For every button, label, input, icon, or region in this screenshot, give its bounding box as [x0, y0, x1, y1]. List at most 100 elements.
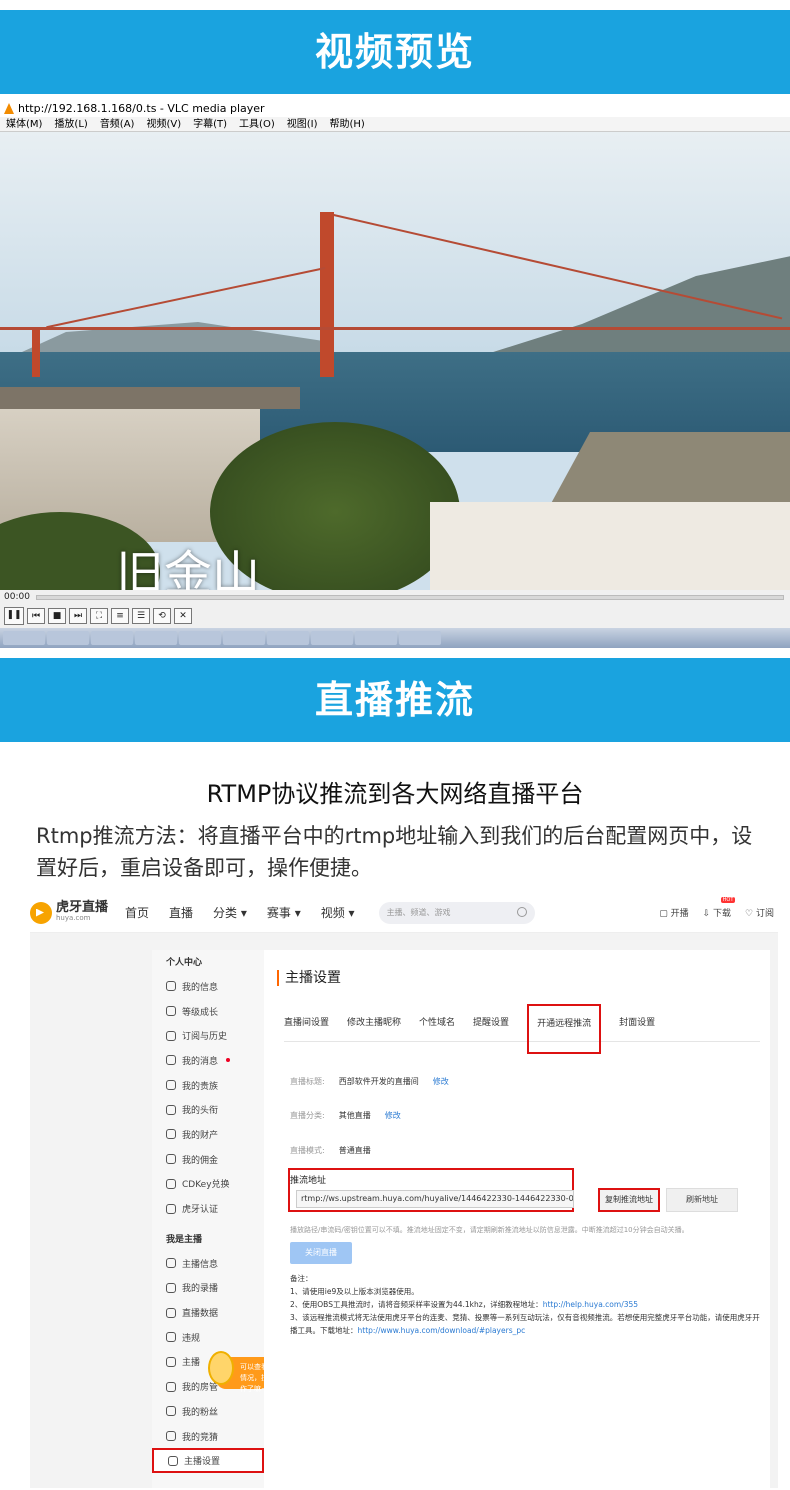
nav-events[interactable]: 赛事 ▾	[267, 904, 301, 921]
plus-circle-icon	[166, 1080, 176, 1091]
refresh-url-button[interactable]: 刷新地址	[666, 1188, 738, 1212]
settings-icon	[168, 1455, 178, 1466]
row-label: 直播分类:	[290, 1111, 325, 1120]
sidebar-item-messages[interactable]: 我的消息	[152, 1048, 264, 1073]
sidebar-item-recordings[interactable]: 我的录播	[152, 1276, 264, 1301]
pause-button[interactable]: ❚❚	[4, 607, 24, 625]
taskbar-item[interactable]	[135, 631, 177, 645]
video-frame[interactable]: 旧金山	[0, 132, 790, 590]
edit-link[interactable]: 修改	[385, 1110, 401, 1121]
sidebar-item-fans[interactable]: 我的粉丝	[152, 1399, 264, 1424]
shuffle-button[interactable]: ✕	[174, 608, 192, 624]
taskbar-item[interactable]	[267, 631, 309, 645]
nav-subscribe[interactable]: ♡ 订阅	[745, 906, 774, 919]
shield-icon	[166, 1203, 176, 1214]
taskbar-item[interactable]	[223, 631, 265, 645]
tab-reminder[interactable]: 提醒设置	[473, 1005, 509, 1042]
copy-push-url-button[interactable]: 复制推流地址	[598, 1188, 660, 1212]
tab-cover[interactable]: 封面设置	[619, 1005, 655, 1042]
sidebar-item-label: CDKey兑换	[182, 1180, 230, 1191]
menu-view[interactable]: 视图(I)	[287, 117, 318, 131]
sidebar-item-label: 订阅与历史	[182, 1032, 228, 1043]
menu-help[interactable]: 帮助(H)	[330, 117, 365, 131]
nav-video[interactable]: 视频 ▾	[321, 904, 355, 921]
tab-remote-push[interactable]: 开通远程推流	[527, 1004, 602, 1054]
stop-button[interactable]: ■	[48, 608, 66, 624]
fullscreen-button[interactable]: ⛶	[90, 608, 108, 624]
sidebar-item-live-data[interactable]: 直播数据	[152, 1300, 264, 1325]
video-preview-banner: 视频预览	[0, 10, 790, 94]
nav-download[interactable]: ⇩ 下载 HOT	[703, 897, 736, 919]
sidebar-item-title[interactable]: 我的头衔	[152, 1097, 264, 1122]
subscribe-label: 订阅	[755, 909, 774, 919]
close-live-button[interactable]: 关闭直播	[290, 1242, 352, 1264]
notes-heading: 备注：	[290, 1274, 313, 1283]
taskbar-item[interactable]	[47, 631, 89, 645]
vlc-title-bar: http://192.168.1.168/0.ts - VLC media pl…	[0, 100, 790, 117]
menu-tools[interactable]: 工具(O)	[239, 117, 275, 131]
menu-media[interactable]: 媒体(M)	[6, 117, 42, 131]
previous-button[interactable]: ⏮	[27, 608, 45, 624]
row-label: 直播模式:	[290, 1146, 325, 1155]
sidebar-item-label: 虎牙认证	[182, 1205, 219, 1216]
sidebar-item-commission[interactable]: 我的佣金	[152, 1147, 264, 1172]
nav-live[interactable]: 直播	[169, 904, 193, 921]
sidebar-item-label: 我的粉丝	[182, 1407, 219, 1418]
sidebar-item-cdkey[interactable]: CDKey兑换	[152, 1172, 264, 1197]
download-link[interactable]: http://www.huya.com/download/#players_pc	[358, 1326, 526, 1335]
menu-playback[interactable]: 播放(L)	[54, 117, 87, 131]
vlc-window-title: http://192.168.1.168/0.ts - VLC media pl…	[18, 102, 265, 115]
seek-bar[interactable]	[35, 594, 784, 600]
tab-nickname[interactable]: 修改主播昵称	[347, 1005, 401, 1042]
menu-audio[interactable]: 音频(A)	[100, 117, 135, 131]
house-left-roof	[0, 387, 300, 409]
next-button[interactable]: ⏭	[69, 608, 87, 624]
coin-icon	[166, 1129, 176, 1140]
row-live-mode: 直播模式: 普通直播	[290, 1145, 371, 1156]
sidebar-item-property[interactable]: 我的财产	[152, 1122, 264, 1147]
sidebar-item-level[interactable]: 等级成长	[152, 999, 264, 1024]
note-2: 2、使用OBS工具推流时，请将音频采样率设置为44.1khz，详细教程地址：ht…	[290, 1298, 760, 1311]
sidebar-item-noble[interactable]: 我的贵族	[152, 1073, 264, 1098]
vlc-seek-row: 00:00	[0, 590, 790, 604]
nav-category[interactable]: 分类 ▾	[213, 904, 247, 921]
vlc-menu-bar: 媒体(M) 播放(L) 音频(A) 视频(V) 字幕(T) 工具(O) 视图(I…	[0, 117, 790, 132]
sidebar-item-streamer-settings[interactable]: 主播设置	[152, 1448, 264, 1474]
huya-logo-subtext: huya.com	[56, 913, 91, 922]
row-label: 直播标题:	[290, 1077, 325, 1086]
sidebar-item-label: 我的信息	[182, 982, 219, 993]
bridge-tower-left	[32, 327, 40, 377]
download-label: 下载	[713, 909, 732, 919]
taskbar-item[interactable]	[3, 631, 45, 645]
sidebar-item-streamer-info[interactable]: 主播信息	[152, 1251, 264, 1276]
taskbar-item[interactable]	[179, 631, 221, 645]
taskbar-item[interactable]	[355, 631, 397, 645]
settings-panel: 主播设置 直播间设置 修改主播昵称 个性域名 提醒设置 开通远程推流 封面设置 …	[264, 950, 770, 1488]
sidebar-item-quiz[interactable]: 我的竞猜	[152, 1424, 264, 1449]
menu-video[interactable]: 视频(V)	[146, 117, 181, 131]
playlist-button[interactable]: ☰	[132, 608, 150, 624]
help-link[interactable]: http://help.huya.com/355	[543, 1300, 638, 1309]
nav-start-live[interactable]: ▢ 开播	[659, 906, 688, 919]
push-url-field[interactable]: rtmp://ws.upstream.huya.com/huyalive/144…	[296, 1190, 574, 1208]
taskbar-item[interactable]	[91, 631, 133, 645]
house-icon	[166, 1381, 176, 1392]
nav-home[interactable]: 首页	[125, 904, 149, 921]
edit-link[interactable]: 修改	[433, 1076, 449, 1087]
loop-button[interactable]: ⟲	[153, 608, 171, 624]
tab-domain[interactable]: 个性域名	[419, 1005, 455, 1042]
sidebar-item-history[interactable]: 订阅与历史	[152, 1023, 264, 1048]
sidebar-item-label: 我的头衔	[182, 1106, 219, 1117]
extended-settings-button[interactable]: ≡	[111, 608, 129, 624]
menu-subtitle[interactable]: 字幕(T)	[193, 117, 227, 131]
sidebar-item-my-info[interactable]: 我的信息	[152, 974, 264, 999]
taskbar-item[interactable]	[399, 631, 441, 645]
sidebar-item-violations[interactable]: 违规	[152, 1325, 264, 1350]
sidebar-item-verify[interactable]: 虎牙认证	[152, 1196, 264, 1221]
search-input[interactable]: 主播、频道、游戏	[378, 901, 535, 924]
taskbar-item[interactable]	[311, 631, 353, 645]
huya-logo[interactable]: 虎牙直播 huya.com	[30, 901, 125, 924]
tab-room-settings[interactable]: 直播间设置	[284, 1005, 329, 1042]
vlc-cone-icon	[4, 103, 14, 114]
smile-icon	[166, 1356, 176, 1367]
